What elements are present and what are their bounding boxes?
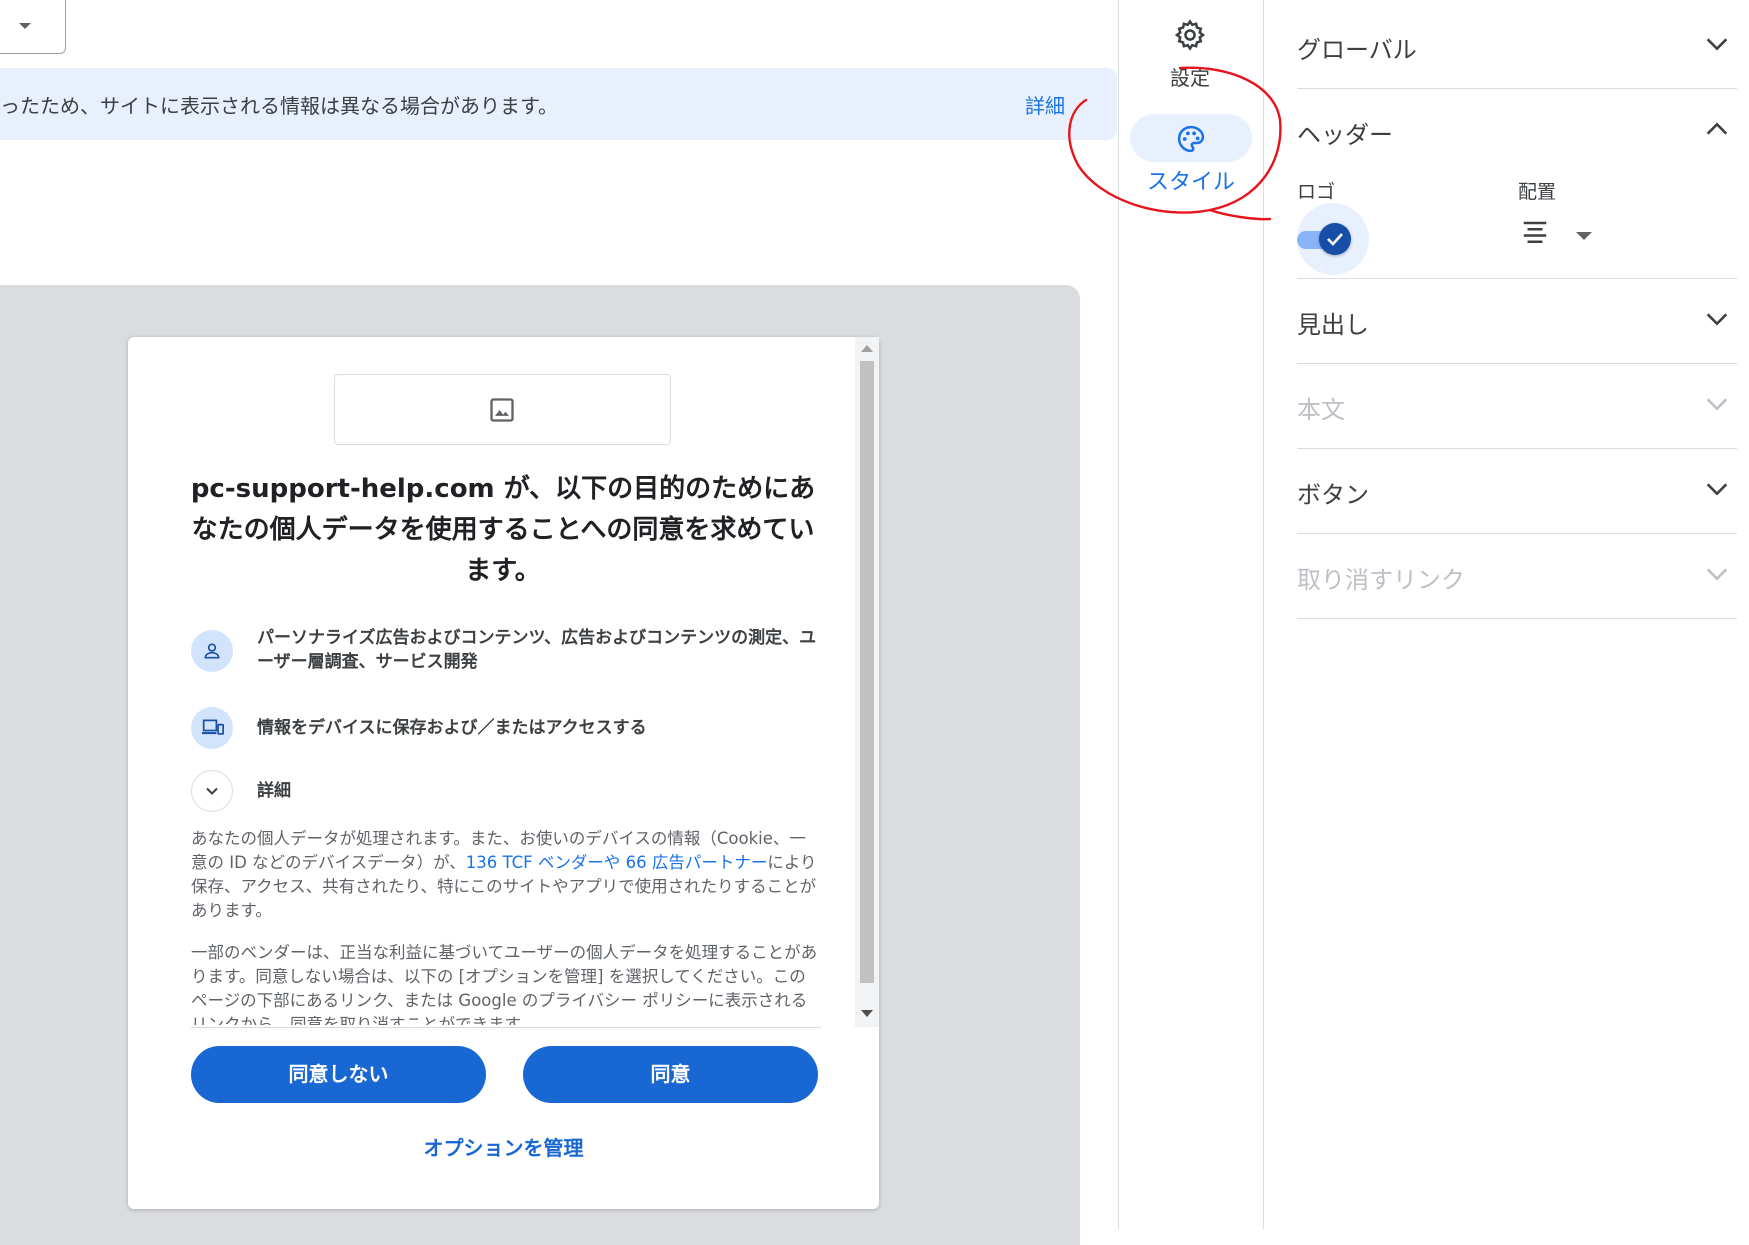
consent-body: あなたの個人データが処理されます。また、お使いのデバイスの情報（Cookie、一… bbox=[191, 827, 821, 1025]
chevron-down-icon bbox=[1706, 398, 1728, 411]
purpose-item: 情報をデバイスに保存および／またはアクセスする bbox=[191, 707, 821, 751]
toggle-knob[interactable] bbox=[1319, 223, 1351, 255]
section-title: 本文 bbox=[1297, 396, 1345, 424]
chevron-down-icon[interactable] bbox=[1703, 475, 1731, 503]
logo-placeholder bbox=[334, 374, 671, 445]
align-label: 配置 bbox=[1518, 181, 1557, 203]
chevron-up-icon[interactable] bbox=[1703, 115, 1731, 143]
section-title: ボタン bbox=[1297, 481, 1369, 509]
info-banner: ったため、サイトに表示される情報は異なる場合があります。 詳細 bbox=[0, 68, 1117, 140]
agree-button[interactable]: 同意 bbox=[523, 1046, 818, 1103]
person-icon bbox=[191, 630, 233, 672]
align-dropdown[interactable] bbox=[1520, 218, 1596, 254]
caret-down-icon bbox=[19, 23, 31, 29]
chevron-down-icon[interactable] bbox=[191, 770, 233, 812]
logo-toggle[interactable] bbox=[1297, 203, 1375, 275]
scroll-up-arrow-icon[interactable] bbox=[861, 345, 873, 352]
section-title: 見出し bbox=[1297, 311, 1369, 339]
purpose-text: パーソナライズ広告およびコンテンツ、広告およびコンテンツの測定、ユーザー層調査、… bbox=[257, 628, 817, 672]
logo-label: ロゴ bbox=[1297, 181, 1336, 203]
section-global[interactable]: グローバル bbox=[1297, 0, 1737, 89]
purpose-item: パーソナライズ広告およびコンテンツ、広告およびコンテンツの測定、ユーザー層調査、… bbox=[191, 628, 821, 682]
consent-title: pc-support-help.com が、以下の目的のためにあなたの個人データ… bbox=[190, 474, 816, 586]
body-text: 一部のベンダーは、正当な利益に基づいてユーザーの個人データを処理することがありま… bbox=[191, 943, 818, 1025]
section-title: 取り消すリンク bbox=[1297, 566, 1465, 594]
section-title: ヘッダー bbox=[1297, 121, 1393, 149]
scrollbar-thumb[interactable] bbox=[860, 361, 874, 983]
banner-details-link[interactable]: 詳細 bbox=[1025, 90, 1065, 119]
devices-icon bbox=[191, 707, 233, 749]
section-title: グローバル bbox=[1297, 36, 1417, 64]
annotation-circle bbox=[1068, 66, 1282, 221]
chevron-down-icon[interactable] bbox=[1703, 305, 1731, 333]
chevron-down-icon[interactable] bbox=[1703, 30, 1731, 58]
check-icon bbox=[1327, 233, 1343, 246]
consent-dialog: pc-support-help.com が、以下の目的のためにあなたの個人データ… bbox=[128, 337, 879, 1209]
section-button[interactable]: ボタン bbox=[1297, 449, 1737, 534]
divider bbox=[191, 1027, 821, 1028]
align-center-icon bbox=[1523, 221, 1547, 243]
disagree-button[interactable]: 同意しない bbox=[191, 1046, 486, 1103]
image-icon bbox=[490, 398, 514, 422]
details-expander[interactable]: 詳細 bbox=[191, 770, 821, 814]
gear-icon bbox=[1174, 19, 1206, 51]
scroll-down-arrow-icon[interactable] bbox=[861, 1010, 873, 1017]
details-label: 詳細 bbox=[257, 781, 291, 801]
chevron-down-icon bbox=[1706, 568, 1728, 581]
banner-message: ったため、サイトに表示される情報は異なる場合があります。 bbox=[0, 94, 558, 118]
top-dropdown[interactable] bbox=[0, 0, 66, 54]
section-body: 本文 bbox=[1297, 364, 1737, 449]
section-cancel-link: 取り消すリンク bbox=[1297, 534, 1737, 619]
section-heading[interactable]: 見出し bbox=[1297, 279, 1737, 364]
caret-down-icon bbox=[1576, 232, 1592, 240]
manage-options-link[interactable]: オプションを管理 bbox=[128, 1132, 879, 1161]
purpose-text: 情報をデバイスに保存および／またはアクセスする bbox=[257, 718, 647, 738]
vendors-link[interactable]: 136 TCF ベンダーや 66 広告パートナー bbox=[466, 853, 768, 872]
